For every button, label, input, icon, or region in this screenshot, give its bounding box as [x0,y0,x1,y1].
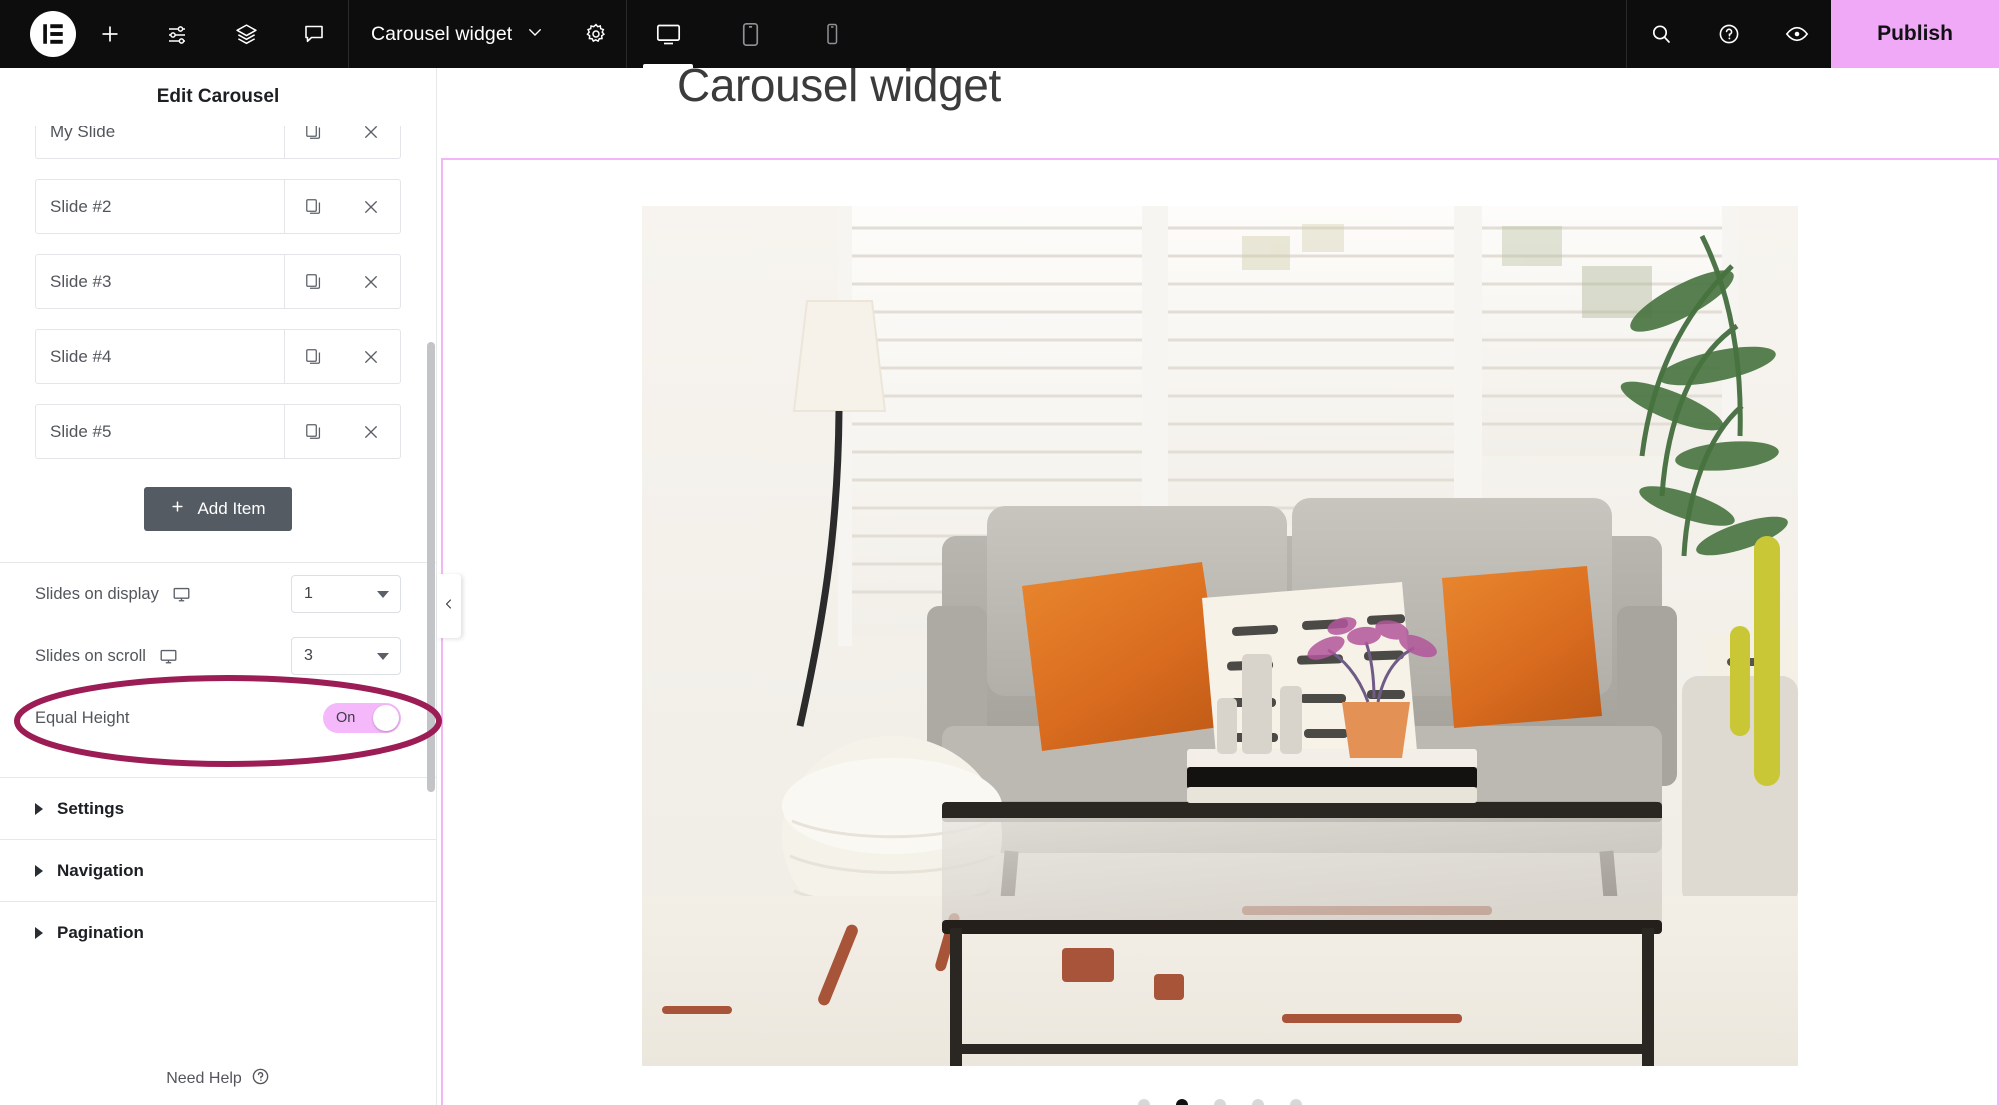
document-title: Carousel widget [371,22,513,45]
panel-scrollbar[interactable] [426,126,436,1053]
toggle-knob [373,705,399,731]
carousel-widget-selection[interactable] [441,158,1999,1105]
help-icon[interactable] [251,1067,270,1091]
control-slides-on-display: Slides on display 1 [35,563,401,625]
remove-icon[interactable] [342,255,400,308]
chevron-down-icon [377,590,389,598]
slide-title[interactable]: Slide #5 [36,405,284,458]
pagination-dot-active[interactable] [1176,1099,1188,1105]
carousel-slide-image[interactable] [642,206,1798,1066]
add-item-row: Add Item [35,487,401,531]
control-equal-height: Equal Height On [35,687,401,749]
select-value: 3 [304,647,313,664]
pagination-dot[interactable] [1214,1099,1226,1105]
pagination-dot[interactable] [1252,1099,1264,1105]
scrollbar-thumb[interactable] [427,342,435,792]
remove-icon[interactable] [342,126,400,158]
preview-eye-icon[interactable] [1763,0,1831,68]
select-value: 1 [304,585,313,602]
document-title-dropdown[interactable]: Carousel widget [349,0,566,68]
duplicate-icon[interactable] [284,255,342,308]
section-settings[interactable]: Settings [0,777,436,839]
slide-title[interactable]: Slide #3 [36,255,284,308]
chevron-down-icon [377,652,389,660]
slide-title[interactable]: My Slide [36,126,284,158]
duplicate-icon[interactable] [284,330,342,383]
panel-footer: Need Help [0,1053,436,1105]
device-mobile-button[interactable] [791,0,873,68]
editor-topbar: Carousel widget Publish [0,0,1999,68]
pagination-dot[interactable] [1138,1099,1150,1105]
comment-icon[interactable] [280,0,348,68]
navigator-button[interactable] [212,0,280,68]
section-navigation[interactable]: Navigation [0,839,436,901]
duplicate-icon[interactable] [284,405,342,458]
section-label: Navigation [57,860,144,880]
topbar-right-tools: Publish [1626,0,1999,68]
publish-button[interactable]: Publish [1831,0,1999,68]
duplicate-icon[interactable] [284,126,342,158]
chevron-down-icon [526,23,544,46]
table-row[interactable]: My Slide [35,126,401,159]
slide-title[interactable]: Slide #2 [36,180,284,233]
editor-panel: Edit Carousel My Slide Slide #2 Slide #3… [0,68,437,1105]
control-label: Equal Height [35,708,130,727]
remove-icon[interactable] [342,405,400,458]
table-row[interactable]: Slide #4 [35,329,401,384]
section-label: Settings [57,798,125,818]
slides-on-display-select[interactable]: 1 [291,575,401,613]
triangle-right-icon [35,802,43,815]
add-item-label: Add Item [197,499,266,518]
carousel-pagination [443,1099,1997,1105]
carousel-stage [443,160,1997,1087]
panel-header: Edit Carousel [0,68,436,126]
control-slides-on-scroll: Slides on scroll 3 [35,625,401,687]
page-title: Edit Carousel [156,86,280,107]
chevron-left-icon [443,597,455,615]
section-pagination[interactable]: Pagination [0,901,436,963]
device-tablet-button[interactable] [709,0,791,68]
duplicate-icon[interactable] [284,180,342,233]
need-help-label: Need Help [166,1070,242,1087]
slide-title[interactable]: Slide #4 [36,330,284,383]
desktop-icon[interactable] [159,647,178,666]
equal-height-toggle[interactable]: On [323,703,401,733]
device-desktop-button[interactable] [627,0,709,68]
remove-icon[interactable] [342,330,400,383]
pagination-dot[interactable] [1290,1099,1302,1105]
slides-on-scroll-select[interactable]: 3 [291,637,401,675]
triangle-right-icon [35,864,43,877]
section-label: Pagination [57,922,144,942]
site-settings-button[interactable] [144,0,212,68]
search-icon[interactable] [1627,0,1695,68]
panel-body: My Slide Slide #2 Slide #3 Slide #4 Slid… [0,126,436,1053]
table-row[interactable]: Slide #5 [35,404,401,459]
help-icon[interactable] [1695,0,1763,68]
document-settings-button[interactable] [566,0,626,68]
panel-scroll-area[interactable]: My Slide Slide #2 Slide #3 Slide #4 Slid… [0,126,436,1053]
plus-icon [170,499,185,519]
page-heading: Carousel widget [677,68,1001,111]
table-row[interactable]: Slide #2 [35,179,401,234]
desktop-icon[interactable] [172,585,191,604]
topbar-left-tools [0,0,348,68]
elementor-logo-icon[interactable] [30,11,76,57]
slide-repeater: My Slide Slide #2 Slide #3 Slide #4 Slid… [35,126,401,459]
toggle-state-label: On [336,710,356,726]
editor-canvas: Carousel widget [437,68,1999,1105]
control-label: Slides on scroll [35,646,146,665]
control-label: Slides on display [35,584,159,603]
add-item-button[interactable]: Add Item [144,487,292,531]
table-row[interactable]: Slide #3 [35,254,401,309]
responsive-mode-switcher [627,0,873,68]
publish-label: Publish [1877,22,1953,45]
triangle-right-icon [35,926,43,939]
remove-icon[interactable] [342,180,400,233]
panel-collapse-button[interactable] [437,574,461,638]
add-element-button[interactable] [76,0,144,68]
